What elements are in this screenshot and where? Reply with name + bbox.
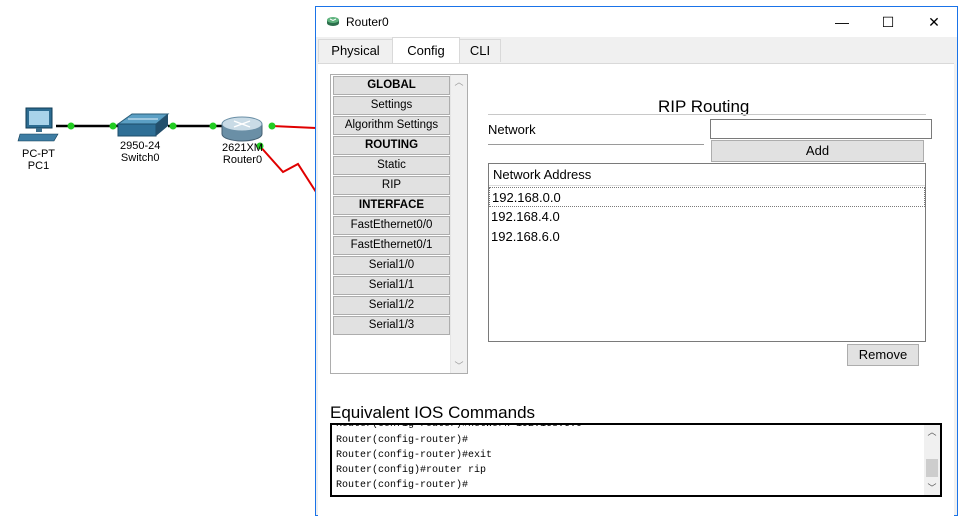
nav-item-serial1-3[interactable]: Serial1/3 <box>333 316 450 335</box>
ios-scrollbar[interactable]: ︿ ﹀ <box>924 425 940 495</box>
ios-commands-console[interactable]: Router(config-router)#network 192.168.6.… <box>330 423 942 497</box>
ios-command-line: Router(config-router)# <box>336 480 469 491</box>
device-name: Switch0 <box>120 152 160 164</box>
serial-link-2[interactable] <box>257 143 317 193</box>
nav-item-algorithm-settings[interactable]: Algorithm Settings <box>333 116 450 135</box>
minimize-button[interactable]: — <box>819 7 865 37</box>
close-button[interactable]: ✕ <box>911 7 957 37</box>
close-icon: ✕ <box>928 13 940 30</box>
network-address-row[interactable]: 192.168.0.0 <box>489 187 925 207</box>
scroll-up-icon[interactable]: ︿ <box>924 425 940 439</box>
ios-command-line: Router(config-router)#network 192.168.6.… <box>336 423 583 430</box>
maximize-icon: ☐ <box>881 13 895 30</box>
nav-item-rip[interactable]: RIP <box>333 176 450 195</box>
tab-physical[interactable]: Physical <box>318 39 393 62</box>
tab-config[interactable]: Config <box>392 37 460 63</box>
device-model: 2621XM <box>222 142 263 154</box>
minimize-icon: — <box>835 14 849 30</box>
device-name: PC1 <box>27 160 50 172</box>
section-divider <box>488 114 926 115</box>
add-button[interactable]: Add <box>711 140 924 162</box>
network-label: Network <box>488 122 536 137</box>
port-light <box>67 122 75 130</box>
network-input[interactable] <box>710 119 932 139</box>
tab-cli[interactable]: CLI <box>459 39 501 62</box>
nav-item-fastethernet0-1[interactable]: FastEthernet0/1 <box>333 236 450 255</box>
port-light <box>268 122 276 130</box>
device-label-switch: 2950-24 Switch0 <box>120 140 160 164</box>
network-address-header: Network Address <box>489 164 925 186</box>
nav-item-serial1-1[interactable]: Serial1/1 <box>333 276 450 295</box>
ios-commands-title: Equivalent IOS Commands <box>330 403 536 422</box>
device-model: PC-PT <box>22 148 55 160</box>
router-icon[interactable] <box>221 116 263 142</box>
nav-item-serial1-0[interactable]: Serial1/0 <box>333 256 450 275</box>
network-address-row[interactable]: 192.168.4.0 <box>489 207 925 227</box>
network-address-list: Network Address 192.168.0.0 192.168.4.0 … <box>488 163 926 342</box>
port-light <box>169 122 177 130</box>
device-label-pc: PC-PT PC1 <box>22 148 55 172</box>
serial-link-1[interactable] <box>271 125 317 129</box>
remove-button[interactable]: Remove <box>847 344 919 366</box>
scroll-up-icon[interactable]: ︿ <box>451 75 467 89</box>
ios-command-line: Router(config-router)# <box>336 435 469 446</box>
nav-header-interface[interactable]: INTERFACE <box>333 196 450 215</box>
device-model: 2950-24 <box>120 140 161 152</box>
nav-item-static[interactable]: Static <box>333 156 450 175</box>
config-nav-list: GLOBAL Settings Algorithm Settings ROUTI… <box>330 74 468 374</box>
ios-command-line: Router(config-router)#exit <box>336 450 493 461</box>
nav-item-serial1-2[interactable]: Serial1/2 <box>333 296 450 315</box>
nav-item-fastethernet0-0[interactable]: FastEthernet0/0 <box>333 216 450 235</box>
scroll-thumb[interactable] <box>926 459 938 477</box>
switch-icon[interactable] <box>116 113 170 137</box>
nav-header-routing[interactable]: ROUTING <box>333 136 450 155</box>
topology-workspace[interactable]: PC-PT PC1 2950-24 Switch0 2621XM Router0 <box>0 0 320 516</box>
scroll-down-icon[interactable]: ﹀ <box>451 359 467 373</box>
window-title: Router0 <box>346 15 389 29</box>
topology-canvas <box>17 107 317 193</box>
ios-command-line: Router(config)#router rip <box>336 465 487 476</box>
port-light <box>209 122 217 130</box>
pc-icon[interactable] <box>17 107 59 142</box>
label-underline <box>488 144 704 145</box>
nav-item-settings[interactable]: Settings <box>333 96 450 115</box>
device-label-router: 2621XM Router0 <box>222 142 263 166</box>
device-name: Router0 <box>222 154 263 166</box>
router-icon <box>327 17 339 26</box>
network-address-row[interactable]: 192.168.6.0 <box>489 227 925 247</box>
nav-scrollbar[interactable]: ︿ ﹀ <box>450 75 467 373</box>
scroll-down-icon[interactable]: ﹀ <box>924 481 940 495</box>
router-config-window: Router0 — ☐ ✕ Physical Config CLI GLOBAL… <box>315 6 958 516</box>
port-light <box>109 122 117 130</box>
config-panel: GLOBAL Settings Algorithm Settings ROUTI… <box>318 63 954 516</box>
title-bar[interactable]: Router0 — ☐ ✕ <box>316 7 957 37</box>
maximize-button[interactable]: ☐ <box>865 7 911 37</box>
nav-header-global[interactable]: GLOBAL <box>333 76 450 95</box>
